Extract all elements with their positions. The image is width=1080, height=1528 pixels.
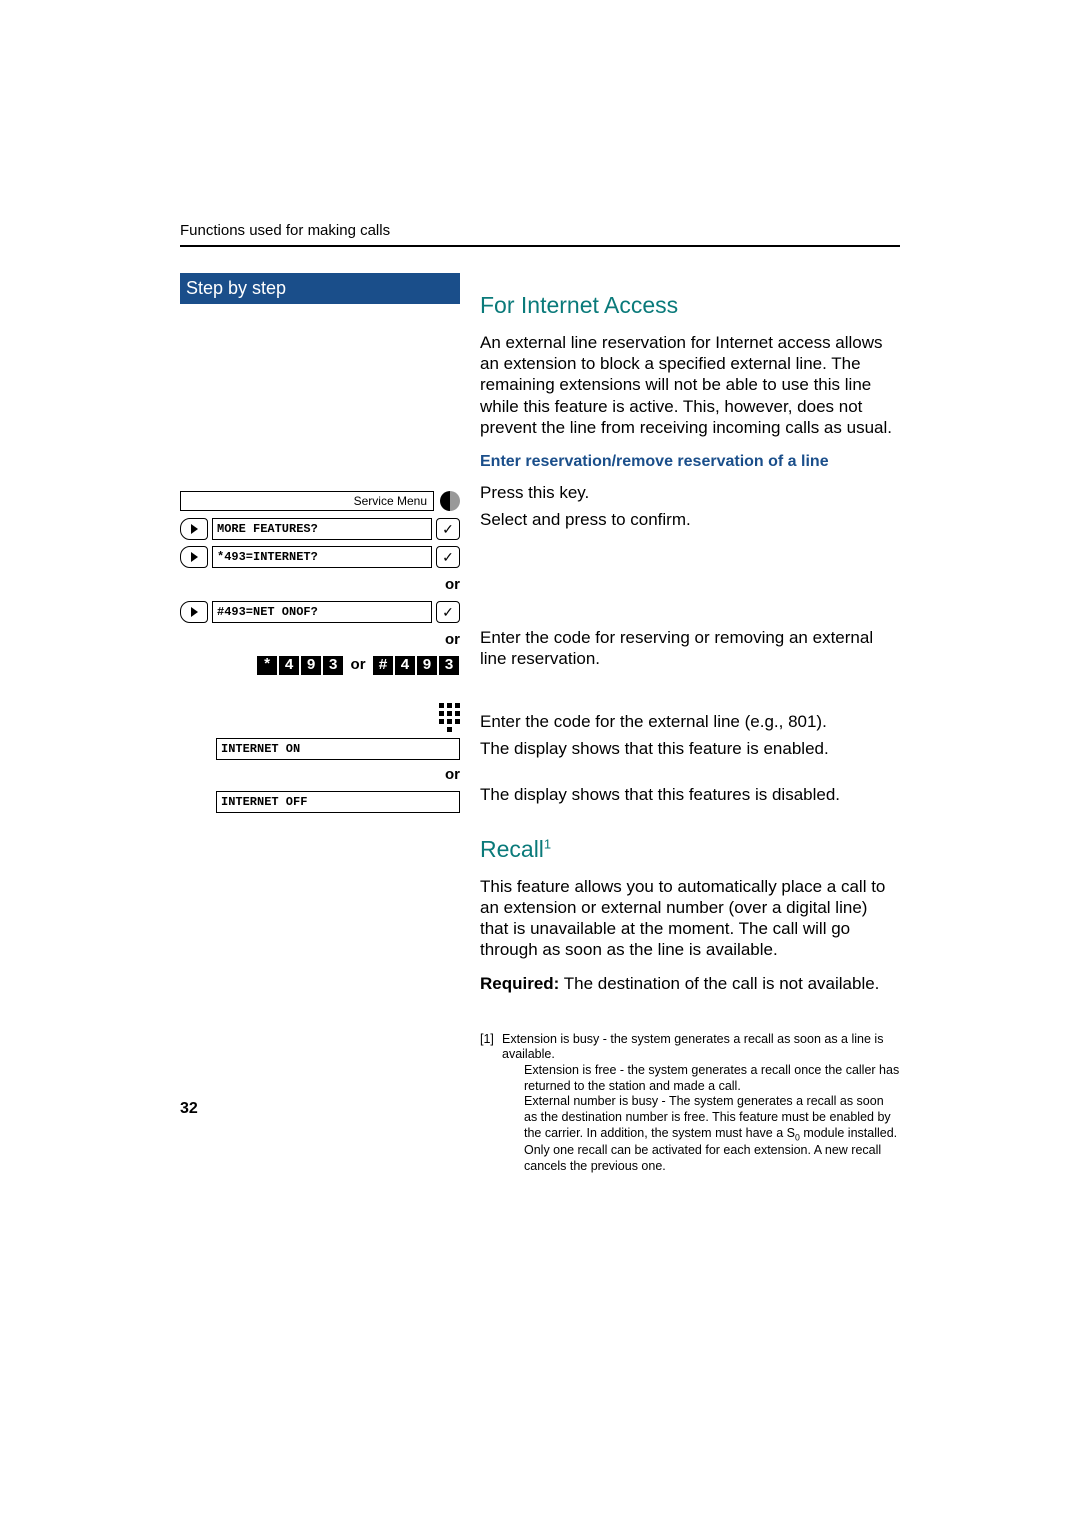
step-by-step-header: Step by step — [180, 273, 460, 304]
display-text: #493=NET ONOF? — [212, 601, 432, 623]
key: * — [257, 656, 277, 675]
footnote-line: Extension is busy - the system generates… — [502, 1032, 883, 1062]
scroll-arrow-icon — [180, 518, 208, 540]
section-title-recall: Recall1 — [480, 835, 900, 864]
confirm-icon: ✓ — [436, 601, 460, 623]
footnote-line: Only one recall can be activated for eac… — [502, 1143, 900, 1174]
option-more-features: MORE FEATURES? ✓ — [180, 516, 460, 542]
keypad-icon — [180, 679, 460, 734]
service-menu-label: Service Menu — [180, 491, 434, 511]
step-column: Step by step Service Menu MORE FEATURES?… — [180, 273, 460, 815]
instruction: Select and press to confirm. — [480, 509, 900, 530]
key: 3 — [439, 656, 459, 675]
option-internet: *493=INTERNET? ✓ — [180, 544, 460, 570]
recall-title-text: Recall — [480, 836, 544, 862]
display-text: *493=INTERNET? — [212, 546, 432, 568]
instruction: Enter the code for the external line (e.… — [480, 711, 900, 732]
or-separator: or — [180, 762, 460, 787]
dial-code-row: *493 or #493 — [180, 652, 460, 679]
footnote-line: Extension is free - the system generates… — [502, 1063, 900, 1094]
key: 3 — [323, 656, 343, 675]
scroll-arrow-icon — [180, 546, 208, 568]
option-net-onoff: #493=NET ONOF? ✓ — [180, 599, 460, 625]
display-text: MORE FEATURES? — [212, 518, 432, 540]
display-internet-off: INTERNET OFF — [180, 791, 460, 813]
instruction: Press this key. — [480, 482, 900, 503]
footnote-ref: 1 — [544, 836, 551, 851]
paragraph: This feature allows you to automatically… — [480, 876, 900, 961]
confirm-icon: ✓ — [436, 518, 460, 540]
service-menu-row: Service Menu — [180, 488, 460, 514]
key: 9 — [417, 656, 437, 675]
paragraph: Required: The destination of the call is… — [480, 973, 900, 994]
content-column: For Internet Access An external line res… — [480, 273, 900, 1174]
header-rule — [180, 245, 900, 247]
key: 4 — [279, 656, 299, 675]
or-separator: or — [180, 572, 460, 597]
page-number: 32 — [180, 1100, 198, 1118]
or-text: or — [351, 656, 366, 673]
key: # — [373, 656, 393, 675]
display-text: INTERNET ON — [216, 738, 460, 760]
footnote: [1]Extension is busy - the system genera… — [480, 1032, 900, 1174]
instruction: The display shows that this features is … — [480, 784, 900, 805]
footnote-number: [1] — [480, 1032, 502, 1048]
paragraph: An external line reservation for Interne… — [480, 332, 900, 438]
confirm-icon: ✓ — [436, 546, 460, 568]
required-text: The destination of the call is not avail… — [559, 974, 879, 993]
subsection-title: Enter reservation/remove reservation of … — [480, 452, 900, 472]
key: 4 — [395, 656, 415, 675]
section-title-internet: For Internet Access — [480, 291, 900, 320]
instruction: The display shows that this feature is e… — [480, 738, 900, 759]
instruction: Enter the code for reserving or removing… — [480, 627, 900, 670]
footnote-line: External number is busy - The system gen… — [502, 1094, 900, 1143]
or-separator: or — [180, 627, 460, 652]
display-internet-on: INTERNET ON — [180, 738, 460, 760]
key: 9 — [301, 656, 321, 675]
required-label: Required: — [480, 974, 559, 993]
scroll-arrow-icon — [180, 601, 208, 623]
display-text: INTERNET OFF — [216, 791, 460, 813]
service-menu-key-icon — [440, 491, 460, 511]
running-header: Functions used for making calls — [180, 222, 900, 239]
